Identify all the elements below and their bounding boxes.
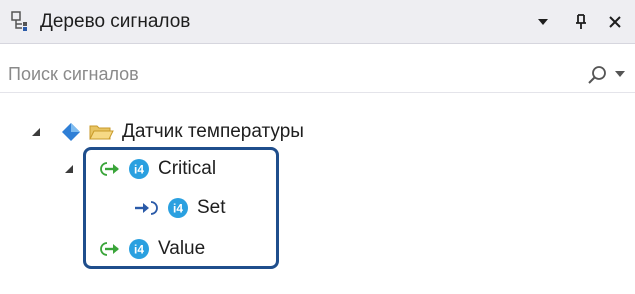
tree-node-value[interactable]: i4 Value xyxy=(98,234,205,264)
tree-node-set[interactable]: i4 Set xyxy=(133,193,226,223)
tree-node-label: Value xyxy=(158,238,206,259)
pin-icon xyxy=(576,14,586,29)
search-icon[interactable] xyxy=(586,64,608,86)
chevron-down-icon[interactable] xyxy=(613,67,627,81)
tree-node-critical[interactable]: i4 Critical xyxy=(98,154,216,184)
signal-search-input[interactable] xyxy=(8,59,568,89)
pin-button[interactable] xyxy=(570,10,592,34)
svg-text:i4: i4 xyxy=(134,163,144,177)
folder-icon xyxy=(89,125,114,140)
panel-menu-button[interactable] xyxy=(532,10,554,34)
signal-tree: Датчик температуры i4 Critical i4 Set i4… xyxy=(0,100,635,294)
blue-diamond-icon xyxy=(62,123,80,141)
close-icon xyxy=(609,16,621,28)
output-arrow-icon xyxy=(100,242,119,256)
svg-text:i4: i4 xyxy=(173,202,183,216)
tree-node-label: Датчик температуры xyxy=(122,121,304,142)
tree-node-label: Set xyxy=(197,197,226,218)
tree-node-root[interactable]: Датчик температуры xyxy=(60,117,304,147)
output-arrow-icon xyxy=(100,162,119,176)
expand-toggle-root[interactable] xyxy=(30,126,42,138)
panel-titlebar: Дерево сигналов xyxy=(0,0,635,44)
i4-type-icon: i4 xyxy=(129,159,149,179)
signal-search-bar xyxy=(0,55,635,93)
panel-title: Дерево сигналов xyxy=(40,11,191,32)
i4-type-icon: i4 xyxy=(168,198,188,218)
signal-tree-icon xyxy=(11,11,27,31)
i4-type-icon: i4 xyxy=(129,239,149,259)
expand-toggle-critical[interactable] xyxy=(63,163,75,175)
svg-text:i4: i4 xyxy=(134,243,144,257)
close-button[interactable] xyxy=(604,10,626,34)
tree-node-label: Critical xyxy=(158,158,217,179)
triangle-down-icon xyxy=(538,19,548,25)
signal-tree-panel: Дерево сигналов Поиск сигналов Датчик те… xyxy=(0,0,635,294)
input-arrow-icon xyxy=(135,201,158,215)
